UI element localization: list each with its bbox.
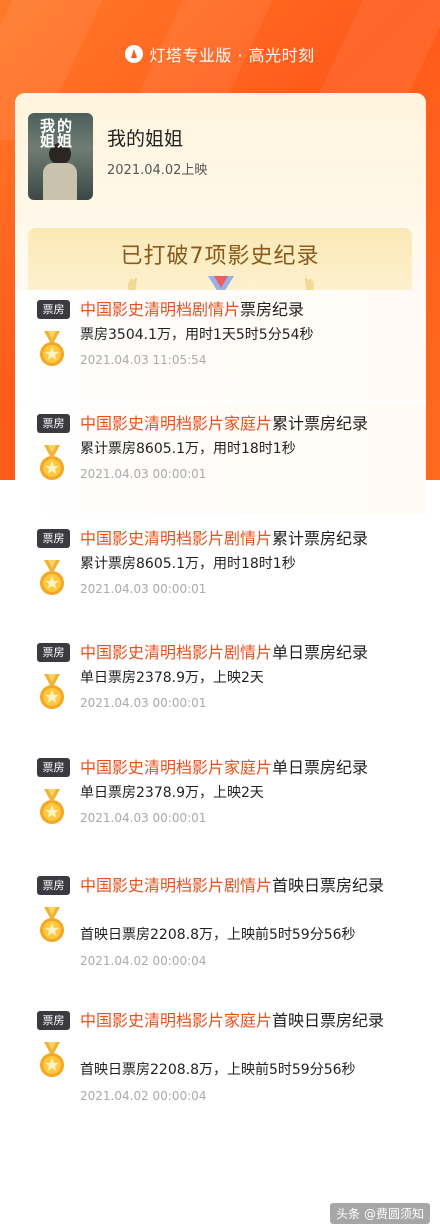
medal-icon [40,445,64,480]
record-title: 中国影史清明档影片剧情片累计票房纪录 [80,527,415,551]
movie-title[interactable]: 我的姐姐 [107,124,183,151]
record-timestamp: 2021.04.02 00:00:04 [80,954,207,968]
app-header: 灯塔专业版 · 高光时刻 [0,40,440,68]
record-title-highlight: 中国影史清明档影片剧情片 [80,643,273,662]
record-title-highlight: 中国影史清明档影片家庭片 [80,414,273,433]
record-title-suffix: 单日票房纪录 [272,758,369,777]
record-timestamp: 2021.04.03 00:00:01 [80,696,207,710]
record-title-highlight: 中国影史清明档剧情片 [80,300,241,319]
banner-title: 已打破7项影史纪录 [120,244,320,269]
header-title: 灯塔专业版 · 高光时刻 [149,46,315,65]
record-item[interactable]: 票房 中国影史清明档影片家庭片单日票房纪录 单日票房2378.9万，上映2天 2021… [15,748,426,858]
box-office-badge: 票房 [37,529,70,548]
record-title-suffix: 累计票房纪录 [272,529,369,548]
record-description: 票房3504.1万，用时1天5时5分54秒 [80,327,314,343]
medal-icon [40,789,64,824]
record-title-suffix: 单日票房纪录 [272,643,369,662]
dengta-logo-icon [125,45,144,63]
record-title-highlight: 中国影史清明档影片剧情片 [80,876,273,895]
record-description: 首映日票房2208.8万，上映前5时59分56秒 [80,1062,356,1078]
record-title-highlight: 中国影史清明档影片家庭片 [80,1011,273,1030]
medal-icon [40,560,64,595]
record-item[interactable]: 票房 中国影史清明档影片剧情片首映日票房纪录首映日票房2208.8万，上映前5时5… [15,866,426,976]
record-title: 中国影史清明档影片剧情片单日票房纪录 [80,641,415,665]
record-title-suffix: 首映日票房纪录 [272,876,385,895]
record-description: 累计票房8605.1万，用时18时1秒 [80,441,296,457]
record-timestamp: 2021.04.03 00:00:01 [80,811,207,825]
record-title-highlight: 中国影史清明档影片剧情片 [80,529,273,548]
record-description: 首映日票房2208.8万，上映前5时59分56秒 [80,927,356,943]
record-title-suffix: 首映日票房纪录 [272,1011,385,1030]
record-timestamp: 2021.04.02 00:00:04 [80,1089,207,1103]
record-item[interactable]: 票房 中国影史清明档影片剧情片单日票房纪录 单日票房2378.9万，上映2天 2021… [15,633,426,743]
record-description: 累计票房8605.1万，用时18时1秒 [80,556,296,572]
record-item[interactable]: 票房 中国影史清明档影片家庭片累计票房纪录累计票房8605.1万，用时18时1秒 2… [15,404,426,514]
record-description: 单日票房2378.9万，上映2天 [80,670,264,686]
watermark: 头条 @费圆须知 [330,1203,430,1224]
medal-icon [40,331,64,366]
record-title: 中国影史清明档影片家庭片首映日票房纪录 [80,1009,415,1033]
record-description: 单日票房2378.9万，上映2天 [80,785,264,801]
box-office-badge: 票房 [37,300,70,319]
box-office-badge: 票房 [37,876,70,895]
record-item[interactable]: 票房 中国影史清明档剧情片票房纪录票房3504.1万，用时1天5时5分54秒 202… [15,290,426,400]
medal-icon [40,674,64,709]
release-date: 2021.04.02上映 [107,163,208,178]
record-title-suffix: 累计票房纪录 [272,414,369,433]
record-item[interactable]: 票房 中国影史清明档影片家庭片首映日票房纪录首映日票房2208.8万，上映前5时5… [15,1001,426,1111]
record-timestamp: 2021.04.03 00:00:01 [80,467,207,481]
record-title: 中国影史清明档影片家庭片累计票房纪录 [80,412,415,436]
movie-poster[interactable]: 我的姐姐 [28,113,93,200]
box-office-badge: 票房 [37,643,70,662]
box-office-badge: 票房 [37,1011,70,1030]
record-title: 中国影史清明档影片家庭片单日票房纪录 [80,756,415,780]
record-title: 中国影史清明档剧情片票房纪录 [80,298,415,322]
record-title: 中国影史清明档影片剧情片首映日票房纪录 [80,874,415,898]
record-timestamp: 2021.04.03 00:00:01 [80,582,207,596]
record-title-highlight: 中国影史清明档影片家庭片 [80,758,273,777]
highlight-card: 我的姐姐 我的姐姐 2021.04.02上映 已打破7项影史纪录 票房 中国影史清… [15,93,426,1230]
box-office-badge: 票房 [37,758,70,777]
box-office-badge: 票房 [37,414,70,433]
record-item[interactable]: 票房 中国影史清明档影片剧情片累计票房纪录累计票房8605.1万，用时18时1秒 2… [15,519,426,629]
record-timestamp: 2021.04.03 11:05:54 [80,353,207,367]
poster-title: 我的姐姐 [40,117,75,150]
medal-icon [40,1042,64,1077]
record-title-suffix: 票房纪录 [240,300,305,319]
medal-icon [40,907,64,942]
